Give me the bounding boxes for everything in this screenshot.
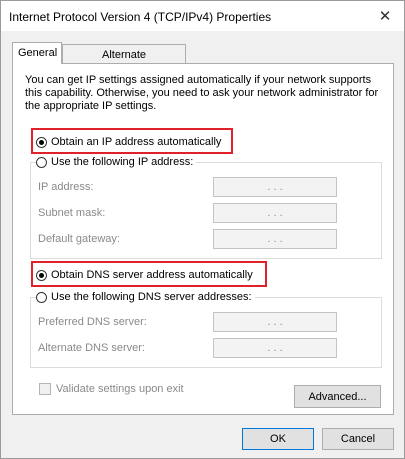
tab-alternate-configuration[interactable]: Alternate Configuration: [62, 44, 186, 81]
use-following-dns-radio[interactable]: [36, 291, 47, 303]
cancel-button[interactable]: Cancel: [322, 428, 394, 450]
subnet-mask-label: Subnet mask:: [38, 207, 106, 219]
use-following-dns-label: Use the following DNS server addresses:: [51, 291, 252, 303]
window-title: Internet Protocol Version 4 (TCP/IPv4) P…: [9, 10, 272, 24]
advanced-button[interactable]: Advanced...: [294, 385, 381, 408]
preferred-dns-label: Preferred DNS server:: [38, 316, 147, 328]
validate-settings-checkbox[interactable]: [39, 383, 51, 395]
default-gateway-input[interactable]: . . .: [213, 229, 337, 249]
close-icon[interactable]: ✕: [374, 5, 396, 27]
highlight-box-dns: [31, 261, 267, 287]
validate-settings-label: Validate settings upon exit: [56, 383, 184, 395]
use-following-dns-option[interactable]: Use the following DNS server addresses:: [36, 291, 255, 303]
alternate-dns-input[interactable]: . . .: [213, 338, 337, 358]
use-following-ip-radio[interactable]: [36, 156, 47, 168]
preferred-dns-input[interactable]: . . .: [213, 312, 337, 332]
tab-general[interactable]: General: [12, 42, 62, 64]
default-gateway-label: Default gateway:: [38, 233, 120, 245]
subnet-mask-input[interactable]: . . .: [213, 203, 337, 223]
description-text: You can get IP settings assigned automat…: [25, 74, 379, 112]
validate-settings-option[interactable]: Validate settings upon exit: [39, 383, 184, 395]
ok-button[interactable]: OK: [242, 428, 314, 450]
ip-address-label: IP address:: [38, 181, 94, 193]
highlight-box-ip: [31, 128, 233, 154]
dialog-window: Internet Protocol Version 4 (TCP/IPv4) P…: [0, 0, 405, 459]
use-following-ip-label: Use the following IP address:: [51, 156, 194, 168]
use-following-ip-option[interactable]: Use the following IP address:: [36, 156, 197, 168]
alternate-dns-label: Alternate DNS server:: [38, 342, 145, 354]
title-bar: Internet Protocol Version 4 (TCP/IPv4) P…: [1, 1, 404, 31]
ip-address-input[interactable]: . . .: [213, 177, 337, 197]
